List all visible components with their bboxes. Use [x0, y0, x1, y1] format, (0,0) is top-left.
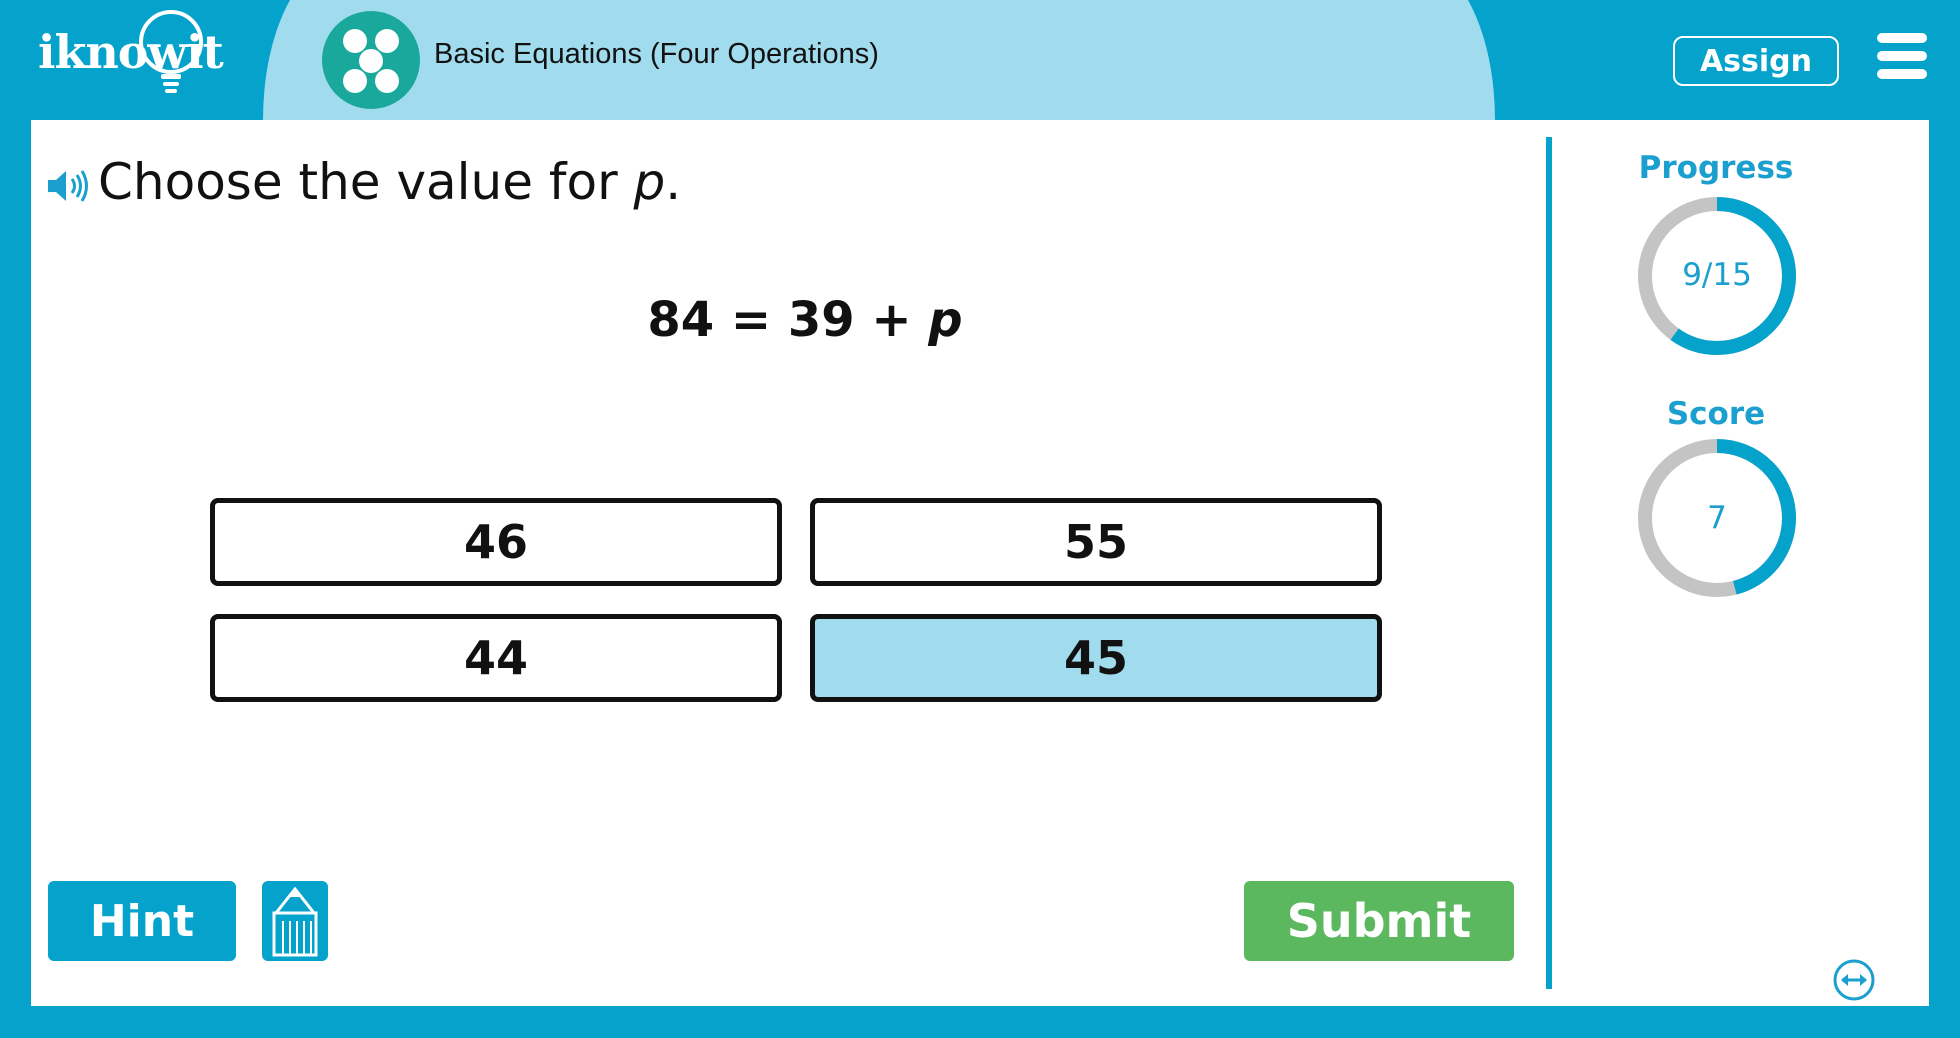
answer-choice-4[interactable]: 45 — [810, 614, 1382, 702]
answer-choice-3[interactable]: 44 — [210, 614, 782, 702]
scratchpad-button[interactable] — [262, 881, 328, 961]
hint-button[interactable]: Hint — [48, 881, 236, 961]
progress-label: Progress — [1638, 150, 1794, 186]
equation-text: 84 = 39 + — [647, 292, 929, 348]
topic-dice-icon — [322, 11, 420, 109]
topic-title: Basic Equations (Four Operations) — [434, 38, 879, 70]
score-value: 7 — [1707, 500, 1727, 536]
answer-choice-2[interactable]: 55 — [810, 498, 1382, 586]
equation-variable: p — [928, 292, 963, 348]
expand-width-icon[interactable] — [1832, 958, 1876, 1002]
sidebar-divider — [1546, 137, 1552, 989]
answer-choice-1[interactable]: 46 — [210, 498, 782, 586]
speaker-icon[interactable] — [46, 168, 90, 204]
pencil-cup-icon — [272, 886, 318, 957]
lightbulb-icon — [139, 10, 203, 93]
assign-button[interactable]: Assign — [1673, 36, 1839, 86]
equation: 84 = 39 + p — [560, 292, 1050, 348]
prompt-end: . — [665, 153, 682, 211]
score-label: Score — [1666, 396, 1766, 432]
prompt-text: Choose the value for — [98, 153, 634, 211]
hamburger-menu-icon[interactable] — [1877, 33, 1927, 79]
question-prompt: Choose the value for p. — [98, 152, 681, 212]
progress-value: 9/15 — [1682, 257, 1752, 293]
submit-button[interactable]: Submit — [1244, 881, 1514, 961]
top-bar: iknowit Basic Equations (Four Operations… — [0, 0, 1960, 120]
prompt-variable: p — [633, 153, 666, 211]
